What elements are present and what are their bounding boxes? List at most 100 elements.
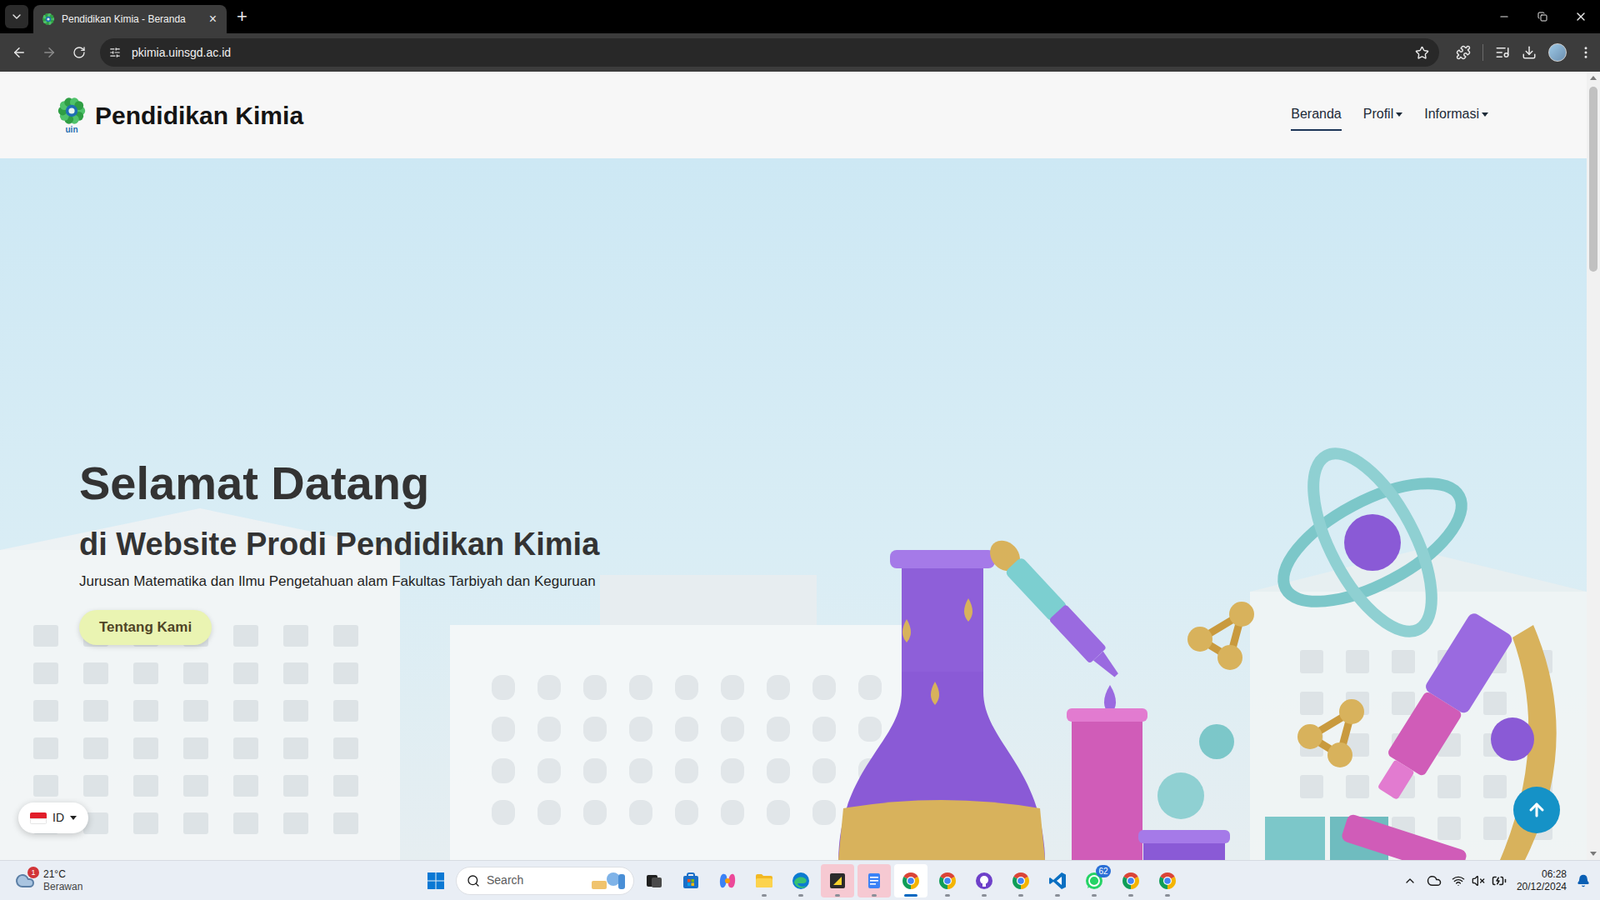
test-tube — [1066, 708, 1148, 860]
profile-avatar[interactable] — [1548, 43, 1567, 62]
onedrive-icon[interactable] — [1426, 873, 1442, 889]
notepad-icon — [864, 870, 885, 891]
search-placeholder: Search — [486, 871, 584, 890]
taskbar-app[interactable] — [710, 864, 745, 898]
running-indicator — [945, 894, 950, 897]
sphere — [1199, 724, 1235, 760]
nav-item[interactable]: Beranda — [1290, 99, 1342, 131]
logo-mark-text: uin — [65, 125, 79, 135]
running-indicator — [871, 894, 877, 897]
chrome-icon — [1120, 870, 1141, 891]
running-indicator — [761, 894, 767, 897]
site-logo: uin — [56, 95, 87, 135]
taskbar-app[interactable] — [637, 864, 671, 898]
back-icon — [11, 45, 27, 60]
vscode-icon — [1047, 870, 1068, 891]
folder-icon — [754, 870, 775, 891]
quick-settings[interactable] — [1451, 873, 1507, 889]
menu-icon[interactable] — [1578, 45, 1594, 60]
notification-bell-icon[interactable] — [1576, 874, 1590, 888]
scroll-top-button[interactable] — [1513, 786, 1560, 834]
scroll-up-icon[interactable] — [1590, 75, 1597, 80]
tab-strip: Pendidikan Kimia - Beranda× + — [0, 0, 1600, 34]
tab-search-button[interactable] — [5, 5, 29, 29]
nav-label: Beranda — [1290, 104, 1342, 125]
forward-button[interactable] — [36, 40, 62, 65]
minimize-button[interactable] — [1485, 0, 1524, 34]
taskbar: 121°CBerawan Search 62 06:2820/12/2024 — [0, 860, 1600, 900]
taskbar-app[interactable] — [1004, 864, 1038, 898]
hero-section: Selamat Datang di Website Prodi Pendidika… — [0, 158, 1587, 860]
clock[interactable]: 06:2820/12/2024 — [1516, 868, 1567, 894]
hero-content: Selamat Datang di Website Prodi Pendidika… — [0, 158, 1587, 645]
page-viewport: uin Pendidikan Kimia Beranda Profil Informas… — [0, 71, 1600, 860]
nav-item[interactable]: Profil — [1363, 99, 1403, 131]
hero-title: Selamat Datang — [79, 454, 430, 513]
reload-button[interactable] — [66, 40, 92, 65]
site-info-button[interactable] — [105, 42, 125, 63]
back-button[interactable] — [6, 40, 32, 65]
running-indicator — [1165, 894, 1170, 897]
download-icon[interactable] — [1521, 45, 1537, 60]
taskbar-app[interactable] — [1040, 864, 1075, 898]
taskbar-app[interactable] — [784, 864, 818, 898]
caret-icon — [1481, 112, 1489, 117]
flag-icon — [30, 812, 47, 825]
running-indicator — [835, 894, 840, 897]
taskbar-app[interactable] — [747, 864, 781, 898]
taskbar-app[interactable] — [820, 864, 855, 898]
weather-widget[interactable]: 121°CBerawan — [13, 868, 83, 894]
url-text: pkimia.uinsgd.ac.id — [131, 44, 1409, 62]
windows-logo-icon — [425, 870, 446, 891]
taskbar-app[interactable] — [1114, 864, 1148, 898]
browser-tab[interactable]: Pendidikan Kimia - Beranda× — [33, 5, 227, 34]
chrome-icon — [1157, 870, 1178, 891]
nav-label: Profil — [1363, 104, 1394, 125]
app-badge: 62 — [1095, 865, 1111, 878]
taskbar-app[interactable] — [930, 864, 965, 898]
browser-toolbar: pkimia.uinsgd.ac.id — [0, 33, 1600, 72]
taskbar-app[interactable]: 62 — [1077, 864, 1111, 898]
hero-description: Jurusan Matematika dan Ilmu Pengetahuan … — [79, 570, 596, 593]
scrollbar[interactable] — [1586, 71, 1600, 860]
brand-name: Pendidikan Kimia — [95, 96, 304, 135]
language-selector[interactable]: ID — [18, 802, 89, 834]
chevron-down-icon — [10, 10, 24, 24]
start-button[interactable] — [419, 864, 453, 898]
taskbar-app[interactable] — [857, 864, 891, 898]
taskbar-app[interactable] — [674, 864, 708, 898]
flask — [838, 550, 1045, 860]
site-settings-icon — [109, 46, 121, 59]
taskbar-search[interactable]: Search — [455, 866, 635, 895]
battery-icon — [1491, 873, 1507, 889]
running-indicator — [1018, 894, 1024, 897]
sphere — [1157, 772, 1205, 820]
taskbar-center: Search 62 — [419, 864, 1185, 898]
about-button[interactable]: Tentang Kami — [79, 610, 212, 645]
new-tab-button[interactable]: + — [236, 7, 248, 26]
close-button[interactable] — [1561, 0, 1600, 34]
show-hidden-icons-icon[interactable] — [1403, 874, 1417, 888]
brand[interactable]: uin Pendidikan Kimia — [56, 95, 304, 135]
media-control-icon[interactable] — [1495, 45, 1510, 60]
nav-item[interactable]: Informasi — [1424, 99, 1489, 131]
bookmark-star-icon[interactable] — [1415, 45, 1430, 60]
task-view-icon — [644, 870, 665, 891]
address-bar[interactable]: pkimia.uinsgd.ac.id — [100, 38, 1440, 67]
scroll-down-icon[interactable] — [1590, 851, 1597, 856]
taskbar-app[interactable] — [1150, 864, 1185, 898]
taskbar-app[interactable] — [967, 864, 1001, 898]
caret-icon — [70, 815, 77, 820]
window-controls — [1485, 0, 1600, 34]
caret-icon — [1395, 112, 1403, 117]
restore-button[interactable] — [1523, 0, 1562, 34]
taskbar-app[interactable] — [894, 864, 928, 898]
running-indicator — [798, 894, 804, 897]
tab-close-button[interactable]: × — [207, 12, 219, 26]
extensions-icon[interactable] — [1455, 45, 1471, 60]
web-page: uin Pendidikan Kimia Beranda Profil Informas… — [0, 71, 1587, 860]
hero-subtitle: di Website Prodi Pendidikan Kimia — [79, 524, 600, 565]
github-desktop-icon — [974, 870, 995, 891]
scrollbar-thumb[interactable] — [1589, 86, 1598, 272]
jar — [1138, 830, 1230, 860]
